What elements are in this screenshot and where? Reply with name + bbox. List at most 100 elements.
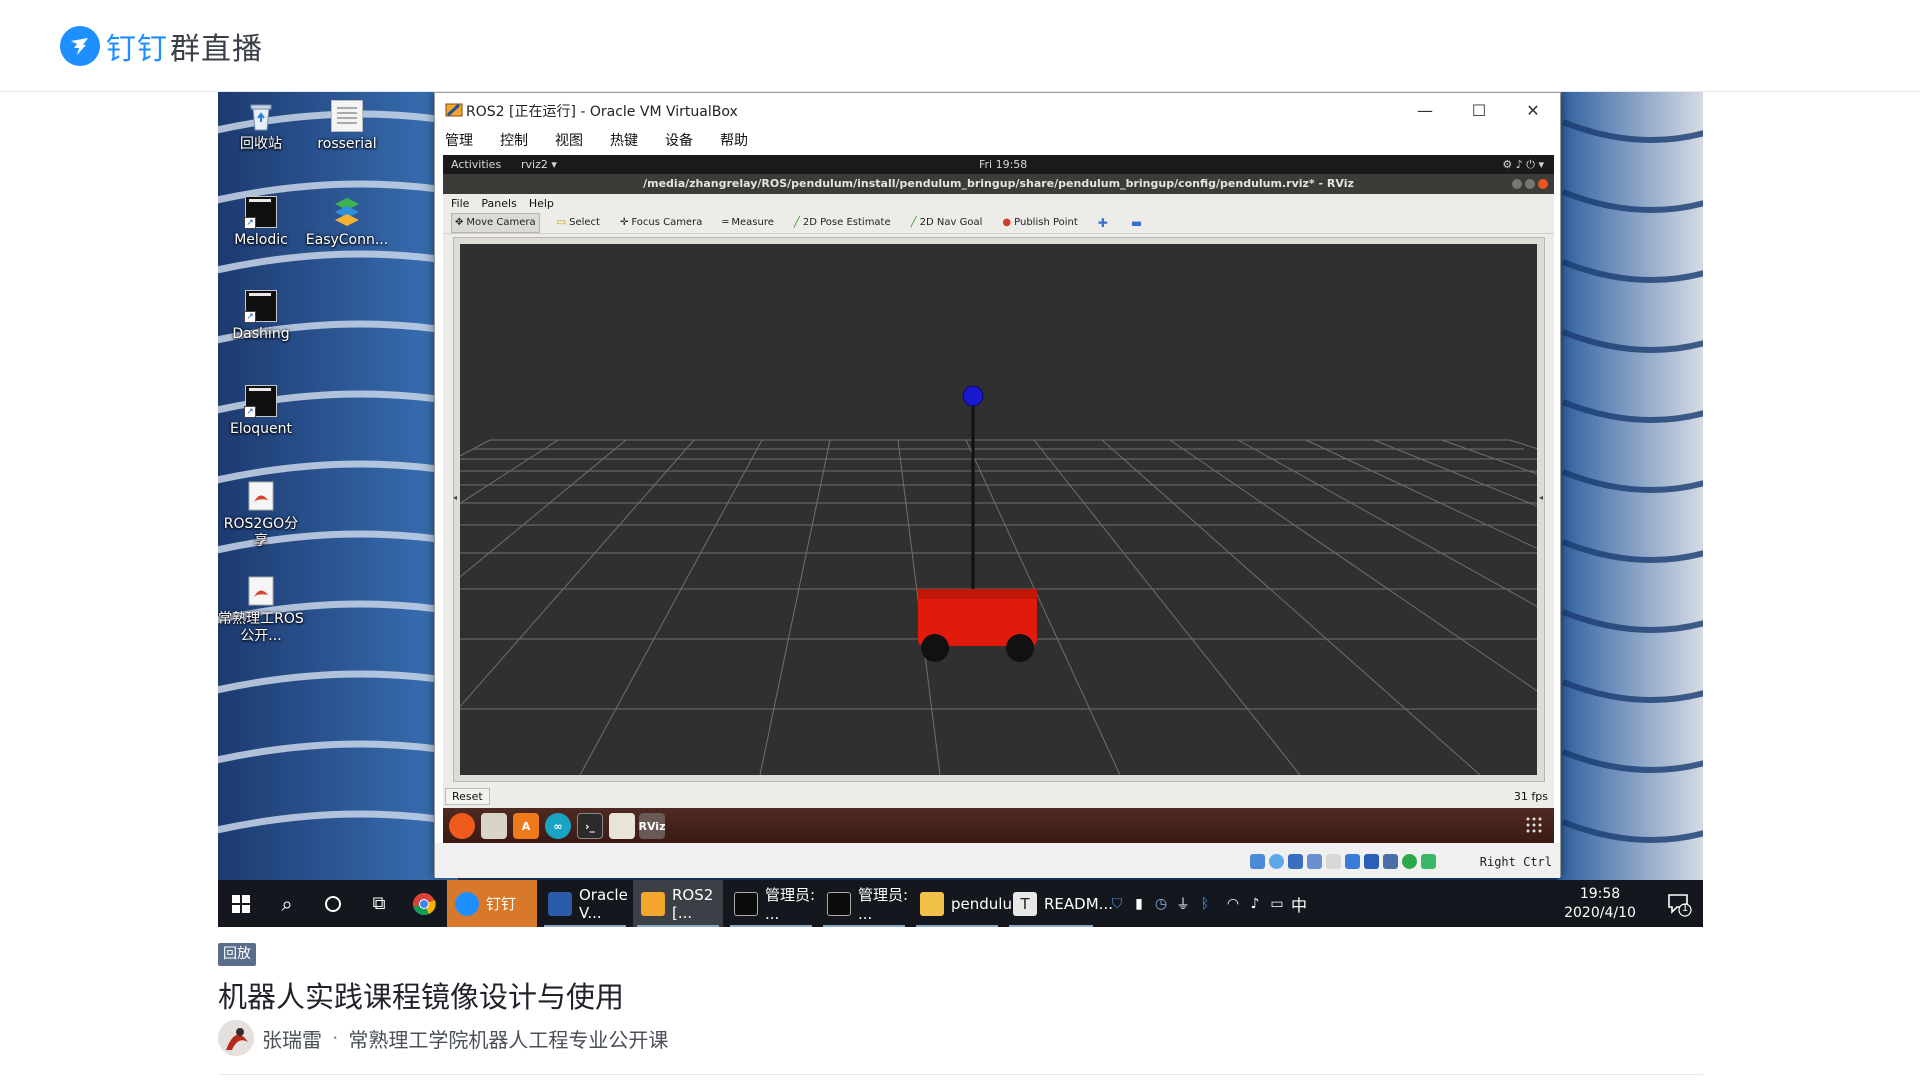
close-button[interactable]: ✕ <box>1506 93 1560 127</box>
rviz-window: File Panels Help ✥ Move Camera ▭ Select ✛ F… <box>443 194 1554 808</box>
arduino-icon[interactable]: ∞ <box>545 813 571 839</box>
taskbar-app-ros2-vm[interactable]: ROS2 [... <box>633 880 723 927</box>
video-player[interactable]: 回收站 rosserial ↗ Melodic EasyConn... ↗ Da… <box>218 92 1703 927</box>
clock-tray-icon[interactable]: ◷ <box>1150 896 1172 912</box>
publish-point-icon: ● <box>1002 217 1012 228</box>
task-view-button[interactable]: ⧉ <box>356 880 402 927</box>
minimize-button[interactable]: — <box>1398 93 1452 127</box>
tool-2d-pose-estimate[interactable]: ╱ 2D Pose Estimate <box>791 213 894 233</box>
show-applications-icon[interactable] <box>1526 817 1542 833</box>
desktop-icon-recycle-bin[interactable]: 回收站 <box>218 100 304 153</box>
audio-status-icon[interactable] <box>1288 854 1303 869</box>
vt-x-status-icon[interactable] <box>1402 854 1417 869</box>
rviz-menu-file[interactable]: File <box>451 197 469 210</box>
vbox-menu-control[interactable]: 控制 <box>500 130 528 150</box>
security-tray-icon[interactable]: ⛉ <box>1106 896 1128 912</box>
vbox-menu-view[interactable]: 视图 <box>555 130 583 150</box>
activities-button[interactable]: Activities <box>451 158 501 171</box>
usb-tray-icon[interactable]: ⏚ <box>1172 894 1194 914</box>
app-header: 钉钉 群直播 <box>0 0 1920 92</box>
taskbar-app-virtualbox[interactable]: Oracle V... <box>540 880 630 927</box>
hard-disk-status-icon[interactable] <box>1250 854 1265 869</box>
recording-status-icon[interactable] <box>1383 854 1398 869</box>
taskbar-app-explorer[interactable]: pendulu... <box>912 880 1026 927</box>
cmd-icon <box>827 891 851 916</box>
ime-indicator[interactable]: 中 <box>1288 892 1310 916</box>
right-dock-handle[interactable]: ◂ <box>1539 493 1543 502</box>
cortana-button[interactable] <box>310 880 356 927</box>
taskbar-app-typora[interactable]: T READM... <box>1005 880 1113 927</box>
wifi-tray-icon[interactable]: ◠ <box>1222 896 1244 912</box>
desktop-icon-melodic[interactable]: ↗ Melodic <box>218 196 304 249</box>
tool-focus-camera[interactable]: ✛ Focus Camera <box>617 213 705 233</box>
bluetooth-tray-icon[interactable]: ᛒ <box>1194 896 1216 912</box>
rviz-title-bar[interactable]: /media/zhangrelay/ROS/pendulum/install/p… <box>443 174 1554 194</box>
rviz-dock-icon[interactable]: RViz <box>639 813 665 839</box>
desktop-icon-label: Dashing <box>232 326 290 342</box>
usb-status-icon[interactable] <box>1326 854 1341 869</box>
3d-viewport[interactable] <box>460 244 1537 775</box>
video-meta: 张瑞雷 · 常熟理工学院机器人工程专业公开课 <box>218 1020 668 1056</box>
mouse-integration-icon[interactable] <box>1421 854 1436 869</box>
tool-publish-point[interactable]: ● Publish Point <box>999 213 1080 233</box>
system-menu-icon[interactable]: ⚙ ♪ ⏻ ▾ <box>1502 158 1544 172</box>
rviz-menu-help[interactable]: Help <box>529 197 554 210</box>
rviz-menu-panels[interactable]: Panels <box>481 197 516 210</box>
tool-move-camera[interactable]: ✥ Move Camera <box>451 212 540 233</box>
taskbar-clock[interactable]: 19:58 2020/4/10 <box>1557 885 1643 923</box>
rviz-maximize-button[interactable] <box>1525 179 1535 189</box>
maximize-button[interactable]: ☐ <box>1452 93 1506 127</box>
text-editor-icon[interactable] <box>609 813 635 839</box>
dingtalk-logo[interactable]: 钉钉 群直播 <box>60 24 263 68</box>
vbox-title-bar[interactable]: ROS2 [正在运行] - Oracle VM VirtualBox — ☐ ✕ <box>435 93 1560 127</box>
vbox-menu-devices[interactable]: 设备 <box>665 130 693 150</box>
guest-screen[interactable]: Activities rviz2 ▾ Fri 19:58 ⚙ ♪ ⏻ ▾ /me… <box>443 155 1554 843</box>
virtualbox-icon <box>548 891 572 916</box>
taskbar-app-cmd-1[interactable]: 管理员: ... <box>726 880 816 927</box>
rviz-minimize-button[interactable] <box>1512 179 1522 189</box>
move-camera-icon: ✥ <box>455 217 464 228</box>
tool-select[interactable]: ▭ Select <box>554 213 603 233</box>
rviz-menu-bar: File Panels Help <box>443 194 1554 212</box>
search-button[interactable]: ⌕ <box>264 880 310 927</box>
tool-measure[interactable]: ═ Measure <box>719 213 777 233</box>
rviz-close-button[interactable] <box>1538 179 1548 189</box>
firefox-icon[interactable] <box>449 813 475 839</box>
microphone-tray-icon[interactable]: ▮ <box>1128 896 1150 912</box>
desktop-icon-ros2go[interactable]: ROS2GO分享 <box>218 480 304 550</box>
optical-drive-status-icon[interactable] <box>1269 854 1284 869</box>
desktop-icon-cslg-ros[interactable]: 常熟理工ROS公开... <box>218 575 304 645</box>
brand-name: 钉钉 <box>106 32 168 67</box>
battery-tray-icon[interactable]: ▭ <box>1266 896 1288 912</box>
author-avatar[interactable] <box>218 1020 254 1056</box>
terminal-icon[interactable]: ›_ <box>577 813 603 839</box>
app-menu[interactable]: rviz2 ▾ <box>521 158 557 171</box>
author-name[interactable]: 张瑞雷 <box>262 1024 322 1053</box>
chrome-taskbar-button[interactable] <box>402 880 446 927</box>
add-tool-button[interactable]: ✚ <box>1095 213 1114 233</box>
taskbar-app-cmd-2[interactable]: 管理员: ... <box>819 880 909 927</box>
virtualbox-window[interactable]: ROS2 [正在运行] - Oracle VM VirtualBox — ☐ ✕… <box>434 92 1561 878</box>
software-center-icon[interactable]: A <box>513 813 539 839</box>
display-status-icon[interactable] <box>1364 854 1379 869</box>
desktop-icon-rosserial[interactable]: rosserial <box>304 100 390 153</box>
vbox-menu-help[interactable]: 帮助 <box>720 130 748 150</box>
desktop-icon-easyconnect[interactable]: EasyConn... <box>304 196 390 249</box>
tool-2d-nav-goal[interactable]: ╱ 2D Nav Goal <box>908 213 986 233</box>
remove-tool-button[interactable]: ▬ <box>1128 213 1148 233</box>
file-cabinet-icon[interactable] <box>481 813 507 839</box>
start-button[interactable] <box>218 880 264 927</box>
vbox-menu-hotkey[interactable]: 热键 <box>610 130 638 150</box>
desktop-icon-dashing[interactable]: ↗ Dashing <box>218 290 304 343</box>
left-dock-handle[interactable]: ◂ <box>453 493 457 502</box>
volume-tray-icon[interactable]: ♪ <box>1244 896 1266 912</box>
reset-button[interactable]: Reset <box>445 788 490 805</box>
plus-icon: ✚ <box>1097 215 1108 230</box>
taskbar-app-dingtalk[interactable]: 钉钉 <box>447 880 537 927</box>
gnome-clock[interactable]: Fri 19:58 <box>979 158 1027 171</box>
action-center-button[interactable]: 1 <box>1665 890 1693 918</box>
network-status-icon[interactable] <box>1307 854 1322 869</box>
vbox-menu-manage[interactable]: 管理 <box>445 130 473 150</box>
shared-folder-status-icon[interactable] <box>1345 854 1360 869</box>
desktop-icon-eloquent[interactable]: ↗ Eloquent <box>218 385 304 438</box>
